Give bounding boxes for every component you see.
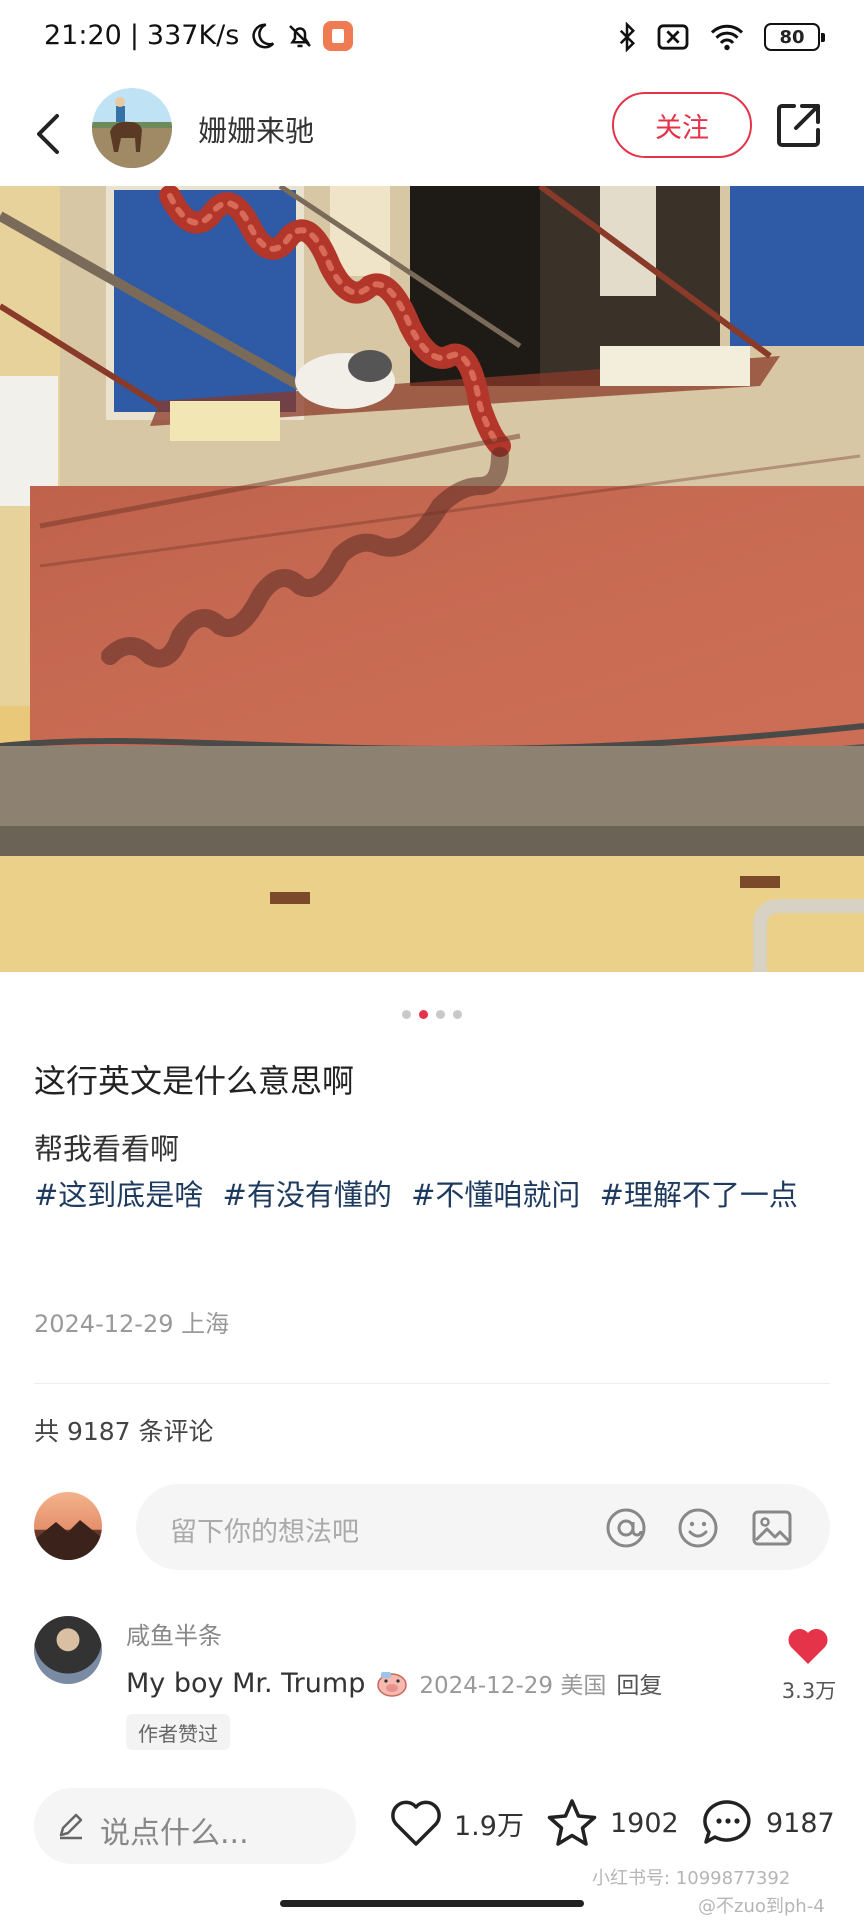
gallery-dot-active[interactable] [419,1010,428,1019]
muted-bell-icon [289,24,312,47]
gallery-dot[interactable] [453,1010,462,1019]
favorite-count: 1902 [610,1807,679,1839]
say-something-input[interactable]: 说点什么... [34,1788,356,1864]
say-something-placeholder: 说点什么... [100,1816,249,1851]
balcony-sausage-photo [0,186,864,972]
status-bar: 21:20 | 337K/s 80 [0,0,864,78]
favorite-button[interactable]: 1902 [544,1796,679,1850]
comment-text-row: My boy Mr. Trump 2024-12-29 美国 回复 [126,1666,662,1700]
post-date-location: 2024-12-29 上海 [34,1310,230,1338]
comment-text: My boy Mr. Trump [126,1667,366,1699]
hashtag-link[interactable]: #这到底是啥 [34,1178,203,1212]
heart-icon [391,1800,441,1846]
share-button[interactable] [774,100,824,150]
star-icon [547,1799,597,1846]
author-avatar[interactable] [92,88,172,168]
gallery-dot[interactable] [402,1010,411,1019]
comment-count-bottom: 9187 [766,1807,835,1839]
section-divider [34,1383,830,1384]
weibo-watermark: @不zuo到ph-4 [698,1896,825,1917]
comment-like-heart-icon[interactable] [786,1626,830,1666]
commenter-name[interactable]: 咸鱼半条 [126,1616,222,1651]
image-icon[interactable] [750,1506,794,1550]
author-liked-badge: 作者赞过 [126,1714,230,1750]
back-button[interactable] [26,104,70,164]
horse-rider-avatar-image [92,97,172,168]
commenter-avatar[interactable] [34,1616,102,1684]
like-button[interactable]: 1.9万 [388,1796,524,1850]
sim-off-icon [657,24,689,50]
comment-count: 共 9187 条评论 [34,1417,214,1446]
at-mention-icon[interactable] [604,1506,648,1550]
home-indicator[interactable] [280,1900,584,1907]
comment-like-count: 3.3万 [781,1679,837,1703]
comment-input[interactable]: 留下你的想法吧 [136,1484,830,1570]
status-separator: | [129,20,139,51]
wifi-icon [710,24,744,51]
gallery-dot[interactable] [436,1010,445,1019]
chevron-left-icon [37,114,59,154]
post-tags: #这到底是啥 #有没有懂的 #不懂咱就问 #理解不了一点 [34,1170,834,1220]
mountain-sunset-avatar-image [34,1520,102,1560]
comment-button[interactable]: 9187 [700,1796,835,1850]
xhs-id-watermark: 小红书号: 1099877392 [592,1868,791,1889]
comment-bubble-icon [703,1800,751,1844]
hashtag-link[interactable]: #不懂咱就问 [411,1178,580,1212]
status-left: 21:20 | 337K/s [44,20,354,51]
comment-input-placeholder: 留下你的想法吧 [170,1517,359,1548]
reply-button[interactable]: 回复 [616,1666,662,1700]
author-name[interactable]: 姗姗来驰 [198,108,314,150]
hashtag-link[interactable]: #理解不了一点 [600,1178,798,1212]
network-speed: 337K/s [146,20,240,51]
post-image[interactable] [0,186,864,972]
status-right: 80 [616,22,825,52]
app-notification-icon [323,20,354,51]
pig-emoji-icon [377,1672,408,1697]
battery-indicator: 80 [764,23,825,51]
emoji-icon[interactable] [676,1506,720,1550]
status-time: 21:20 [44,20,122,51]
hashtag-link[interactable]: #有没有懂的 [223,1178,392,1212]
comment-date-location: 2024-12-29 美国 [419,1673,607,1699]
bluetooth-icon [619,22,636,52]
gallery-pagination [0,1010,864,1019]
current-user-avatar[interactable] [34,1492,102,1560]
like-count: 1.9万 [454,1810,524,1842]
do-not-disturb-moon-icon [252,22,275,48]
share-icon [777,104,820,147]
post-title: 这行英文是什么意思啊 [34,1062,355,1100]
pencil-icon [59,1813,83,1840]
follow-button[interactable]: 关注 [612,92,752,158]
post-header: 姗姗来驰 关注 [0,82,864,192]
post-body: 帮我看看啊 [34,1132,180,1166]
